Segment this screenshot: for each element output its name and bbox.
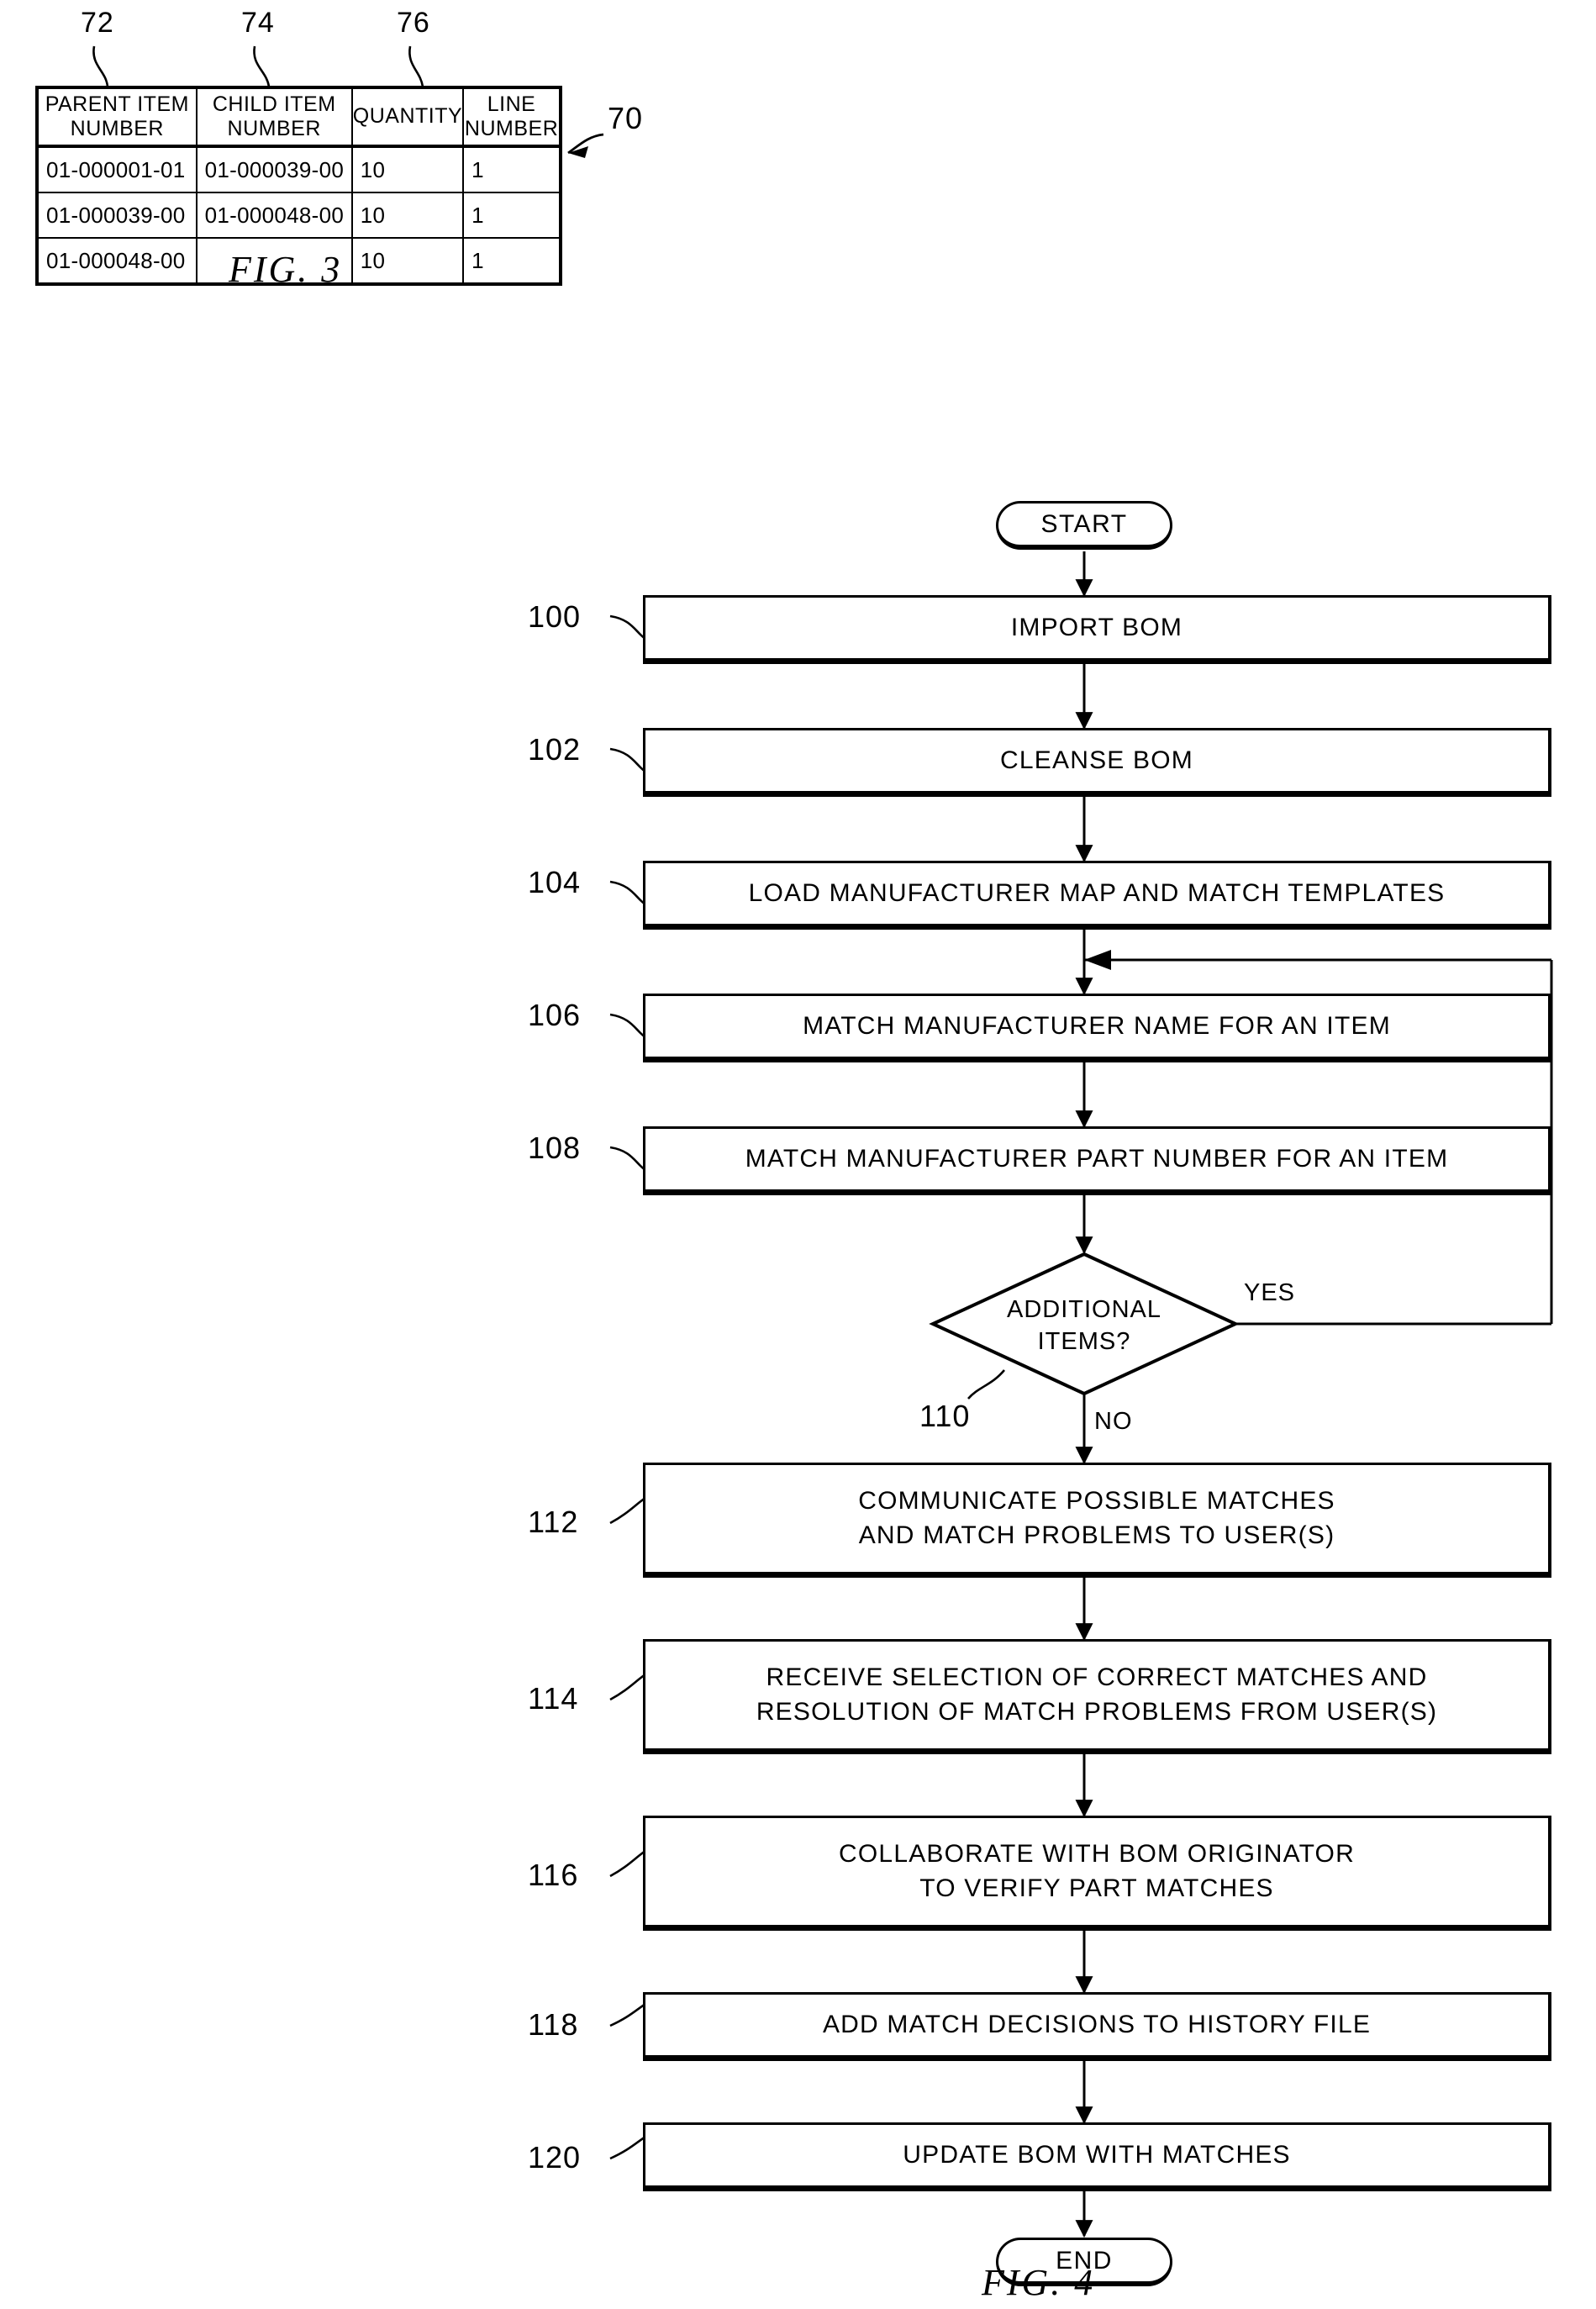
flowchart-ref-116: 116: [528, 1858, 579, 1892]
flowchart-step-112-line2: AND MATCH PROBLEMS TO USER(S): [858, 1521, 1335, 1549]
flowchart-ref-100: 100: [528, 599, 582, 634]
flowchart-step-114-line1: RECEIVE SELECTION OF CORRECT MATCHES AND: [766, 1663, 1428, 1691]
flowchart-start-label: START: [1040, 509, 1128, 538]
flowchart-step-106: MATCH MANUFACTURER NAME FOR AN ITEM: [643, 994, 1551, 1062]
column-ref-72: 72: [81, 7, 114, 39]
flowchart-ref-110: 110: [919, 1399, 971, 1433]
header-parent-item-number: PARENT ITEM NUMBER: [36, 87, 198, 148]
flowchart-ref-120: 120: [528, 2140, 582, 2175]
flowchart-start-terminator: START: [996, 501, 1172, 550]
header-quantity-line1: QUANTITY: [352, 104, 463, 129]
cell-parent: 01-000001-01: [36, 145, 198, 193]
header-child-item-number-line2: NUMBER: [227, 117, 321, 140]
flowchart-step-102: CLEANSE BOM: [643, 728, 1551, 797]
flowchart-ref-118: 118: [528, 2007, 579, 2042]
column-ref-74: 74: [241, 7, 275, 39]
cell-parent: 01-000039-00: [36, 192, 198, 239]
header-quantity: QUANTITY: [350, 87, 465, 148]
flowchart-step-116-line2: TO VERIFY PART MATCHES: [919, 1874, 1274, 1902]
flowchart-step-114-line2: RESOLUTION OF MATCH PROBLEMS FROM USER(S…: [756, 1697, 1438, 1726]
header-line-number-line2: NUMBER: [464, 117, 559, 140]
header-parent-item-number-line2: NUMBER: [70, 117, 164, 140]
flowchart-step-100: IMPORT BOM: [643, 595, 1551, 664]
flowchart-yes-label: YES: [1244, 1279, 1296, 1306]
flowchart-step-112-line1: COMMUNICATE POSSIBLE MATCHES: [858, 1487, 1335, 1515]
flowchart-step-114: RECEIVE SELECTION OF CORRECT MATCHES AND…: [643, 1639, 1551, 1754]
flowchart-ref-114: 114: [528, 1681, 579, 1716]
cell-quantity: 10: [350, 237, 465, 285]
flowchart-step-118-label: ADD MATCH DECISIONS TO HISTORY FILE: [822, 2010, 1372, 2038]
flowchart-step-104: LOAD MANUFACTURER MAP AND MATCH TEMPLATE…: [643, 861, 1551, 930]
cell-line: 1: [462, 237, 561, 285]
cell-quantity: 10: [350, 145, 465, 193]
cell-parent: 01-000048-00: [36, 237, 198, 285]
flowchart-step-102-label: CLEANSE BOM: [1000, 746, 1193, 774]
table-row: 01-000001-01 01-000039-00 10 1: [36, 145, 561, 193]
flowchart-step-120: UPDATE BOM WITH MATCHES: [643, 2122, 1551, 2191]
figure3-caption: FIG. 3: [229, 249, 343, 290]
flowchart-step-112: COMMUNICATE POSSIBLE MATCHES AND MATCH P…: [643, 1463, 1551, 1578]
flowchart-ref-102: 102: [528, 732, 582, 767]
header-parent-item-number-line1: PARENT ITEM: [45, 92, 189, 116]
table-header-row: PARENT ITEM NUMBER CHILD ITEM NUMBER QUA…: [36, 87, 561, 148]
header-line-number: LINE NUMBER: [462, 87, 561, 148]
cell-quantity: 10: [350, 192, 465, 239]
flowchart-ref-104: 104: [528, 865, 582, 899]
flowchart-step-106-label: MATCH MANUFACTURER NAME FOR AN ITEM: [803, 1011, 1391, 1040]
flowchart-step-116: COLLABORATE WITH BOM ORIGINATOR TO VERIF…: [643, 1816, 1551, 1931]
flowchart-step-116-line1: COLLABORATE WITH BOM ORIGINATOR: [839, 1840, 1355, 1868]
flowchart-ref-112: 112: [528, 1505, 579, 1539]
flowchart-step-108-label: MATCH MANUFACTURER PART NUMBER FOR AN IT…: [745, 1144, 1449, 1173]
flowchart-step-104-label: LOAD MANUFACTURER MAP AND MATCH TEMPLATE…: [748, 878, 1446, 907]
cell-line: 1: [462, 145, 561, 193]
flowchart-decision-110-line2: ITEMS?: [1037, 1327, 1131, 1355]
header-child-item-number: CHILD ITEM NUMBER: [195, 87, 353, 148]
flowchart-step-108: MATCH MANUFACTURER PART NUMBER FOR AN IT…: [643, 1126, 1551, 1195]
header-child-item-number-line1: CHILD ITEM: [212, 92, 336, 116]
figure3-ref-70: 70: [608, 101, 644, 135]
cell-child: 01-000039-00: [195, 145, 353, 193]
figure4-caption: FIG. 4: [982, 2262, 1096, 2303]
flowchart-step-120-label: UPDATE BOM WITH MATCHES: [903, 2140, 1291, 2169]
flowchart-no-label: NO: [1094, 1408, 1133, 1435]
flowchart-step-118: ADD MATCH DECISIONS TO HISTORY FILE: [643, 1992, 1551, 2061]
cell-child: 01-000048-00: [195, 192, 353, 239]
flowchart-decision-110-line1: ADDITIONAL: [1006, 1296, 1162, 1323]
cell-line: 1: [462, 192, 561, 239]
column-ref-76: 76: [397, 7, 430, 39]
table-row: 01-000039-00 01-000048-00 10 1: [36, 192, 561, 239]
flowchart-step-100-label: IMPORT BOM: [1010, 613, 1183, 641]
flowchart-ref-108: 108: [528, 1131, 582, 1165]
flowchart-decision-110-label: ADDITIONAL ITEMS?: [975, 1294, 1193, 1357]
header-line-number-line1: LINE: [487, 92, 536, 116]
flowchart-ref-106: 106: [528, 998, 582, 1032]
